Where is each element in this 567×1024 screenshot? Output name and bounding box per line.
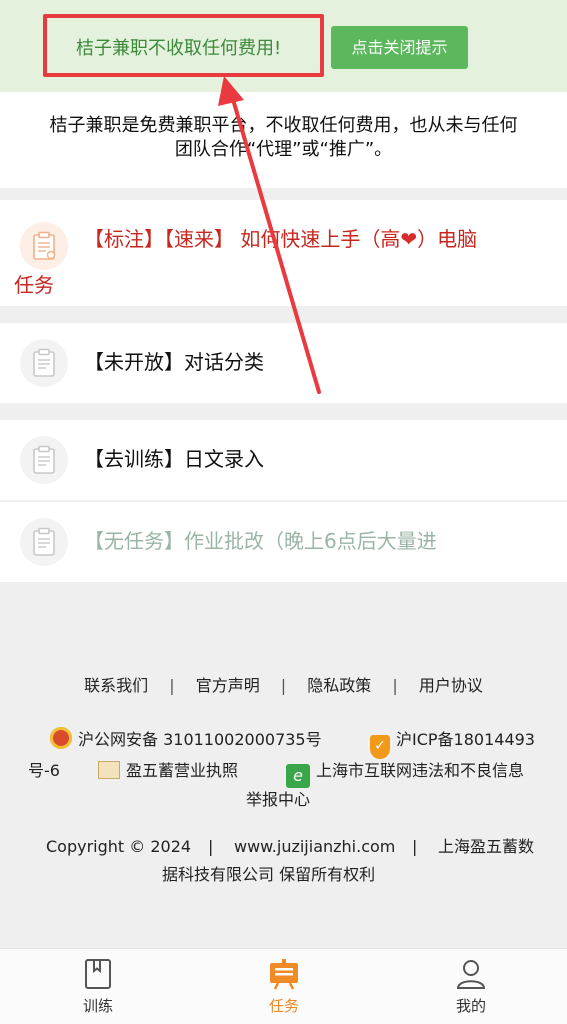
separator: | <box>280 676 287 695</box>
close-tip-button[interactable]: 点击关闭提示 <box>331 26 468 69</box>
task-item-homework-grading[interactable]: 【无任务】作业批改（晚上6点后大量进 <box>0 502 567 582</box>
business-license[interactable]: 盈五蓄营业执照 <box>98 757 238 785</box>
site-url[interactable]: www.juzijianzhi.com <box>234 834 395 860</box>
footer-link-agreement[interactable]: 用户协议 <box>419 676 483 695</box>
clipboard-icon <box>20 518 68 566</box>
separator: | <box>208 837 214 856</box>
task-title-part: 【标注】【速来】 如何快速上手（高 <box>84 227 401 251</box>
page: 桔子兼职不收取任何费用! 点击关闭提示 桔子兼职是免费兼职平台，不收取任何费用，… <box>0 0 567 1024</box>
separator: | <box>392 676 398 695</box>
icp-registration-suffix[interactable]: 号-6 <box>28 757 60 785</box>
book-icon <box>85 959 111 989</box>
separator: | <box>169 676 175 695</box>
task-title-continued: 任务 <box>14 273 54 297</box>
task-board-icon <box>270 959 298 990</box>
task-item-dialog-classification[interactable]: 【未开放】对话分类 <box>0 323 567 403</box>
task-title: 【未开放】对话分类 <box>84 350 264 374</box>
task-title: 【去训练】日文录入 <box>84 447 264 471</box>
task-item-labeling[interactable]: 【标注】【速来】 如何快速上手（高❤）电脑 任务 <box>0 200 567 306</box>
disclaimer-text: 桔子兼职是免费兼职平台，不收取任何费用，也从未与任何 团队合作“代理”或“推广”… <box>0 92 567 162</box>
footer-link-privacy[interactable]: 隐私政策 <box>307 676 371 695</box>
clipboard-icon <box>20 339 68 387</box>
disclaimer-line-2: 团队合作“代理”或“推广”。 <box>174 139 393 160</box>
company-rights: 据科技有限公司 保留所有权利 <box>162 865 376 884</box>
tab-label: 训练 <box>82 997 113 1015</box>
clipboard-icon <box>20 436 68 484</box>
footer-links: 联系我们 | 官方声明 | 隐私政策 | 用户协议 <box>0 672 567 696</box>
heart-icon: ❤ <box>400 227 418 251</box>
tab-mine[interactable]: 我的 <box>411 949 531 1024</box>
tab-label: 我的 <box>455 997 486 1015</box>
user-icon <box>456 960 486 989</box>
footer-link-statement[interactable]: 官方声明 <box>196 676 260 695</box>
disclaimer-line-1: 桔子兼职是免费兼职平台，不收取任何费用，也从未与任何 <box>49 115 518 136</box>
report-center-text[interactable]: 举报中心 <box>246 786 310 814</box>
task-title: 【无任务】作业批改（晚上6点后大量进 <box>84 529 437 553</box>
bottom-tab-bar: 训练 任务 我的 <box>0 948 567 1024</box>
police-badge-icon <box>50 727 72 749</box>
license-icon <box>98 761 120 779</box>
illegal-info-report[interactable]: e 上海市互联网违法和不良信息 <box>286 757 524 788</box>
icp-registration[interactable]: ✓ 沪ICP备18014493 <box>370 726 535 759</box>
disclaimer-panel: 桔子兼职是免费兼职平台，不收取任何费用，也从未与任何 团队合作“代理”或“推广”… <box>0 92 567 188</box>
task-title-part: ）电脑 <box>417 227 478 251</box>
task-item-japanese-entry[interactable]: 【去训练】日文录入 <box>0 420 567 500</box>
report-text: 上海市互联网违法和不良信息 <box>316 761 525 780</box>
annotation-highlight-box <box>43 14 324 77</box>
business-license-text: 盈五蓄营业执照 <box>126 761 239 780</box>
police-registration-text: 沪公网安备 31011002000735号 <box>78 730 322 749</box>
company-name: 上海盈五蓄数 <box>438 837 535 856</box>
tab-label: 任务 <box>268 997 299 1015</box>
footer-link-contact[interactable]: 联系我们 <box>84 676 148 695</box>
tab-train[interactable]: 训练 <box>38 949 158 1024</box>
icp-text: 沪ICP备18014493 <box>396 730 535 749</box>
tab-task[interactable]: 任务 <box>224 949 344 1024</box>
copyright-year: Copyright © 2024 <box>46 837 192 856</box>
report-e-icon: e <box>286 764 310 788</box>
separator: | <box>412 837 418 856</box>
notice-bar: 桔子兼职不收取任何费用! 点击关闭提示 <box>0 0 567 92</box>
police-registration[interactable]: 沪公网安备 31011002000735号 <box>50 726 322 754</box>
shield-check-icon: ✓ <box>370 735 390 759</box>
task-title: 【标注】【速来】 如何快速上手（高❤）电脑 <box>84 216 477 262</box>
